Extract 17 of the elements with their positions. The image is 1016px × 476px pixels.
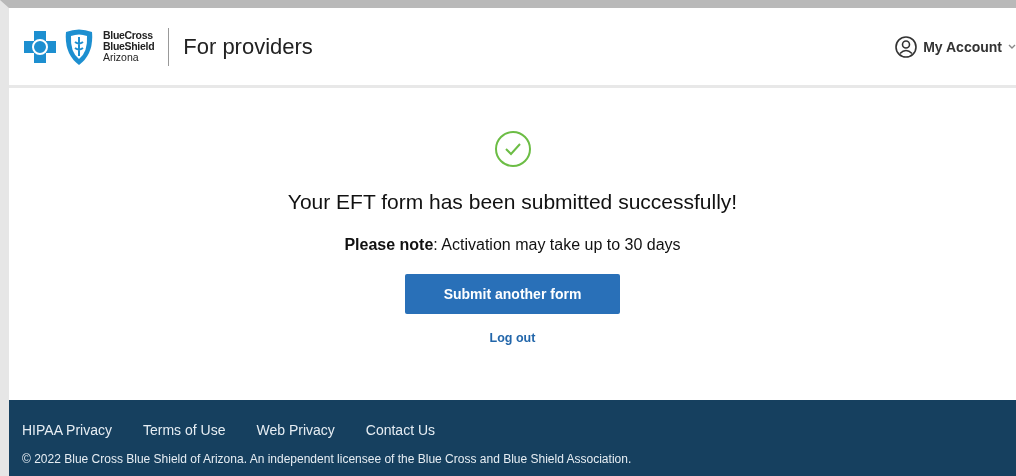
activation-note: Please note: Activation may take up to 30 days xyxy=(344,236,681,254)
footer-link[interactable]: Terms of Use xyxy=(143,422,226,438)
brand-name: BlueCross BlueShield Arizona xyxy=(103,30,155,63)
submit-another-button[interactable]: Submit another form xyxy=(405,274,620,314)
portal-title: For providers xyxy=(183,33,313,60)
copyright-text: © 2022 Blue Cross Blue Shield of Arizona. An independent licensee of the Blue Cross and Blue Shield Association. xyxy=(22,452,633,466)
user-account-icon xyxy=(895,35,918,58)
account-menu-button[interactable]: My Account xyxy=(895,35,1016,58)
footer-link[interactable]: HIPAA Privacy xyxy=(22,422,112,438)
shield-logo-icon xyxy=(64,27,94,66)
caret-icon xyxy=(1008,43,1016,50)
footer-link[interactable]: Contact Us xyxy=(365,422,436,438)
log-out-link[interactable]: Log out xyxy=(489,331,536,345)
cross-logo-icon xyxy=(22,28,58,65)
success-heading: Your EFT form has been submitted successfully! xyxy=(287,190,738,214)
footer-link[interactable]: Web Privacy xyxy=(256,422,335,438)
success-check-icon xyxy=(493,130,532,168)
